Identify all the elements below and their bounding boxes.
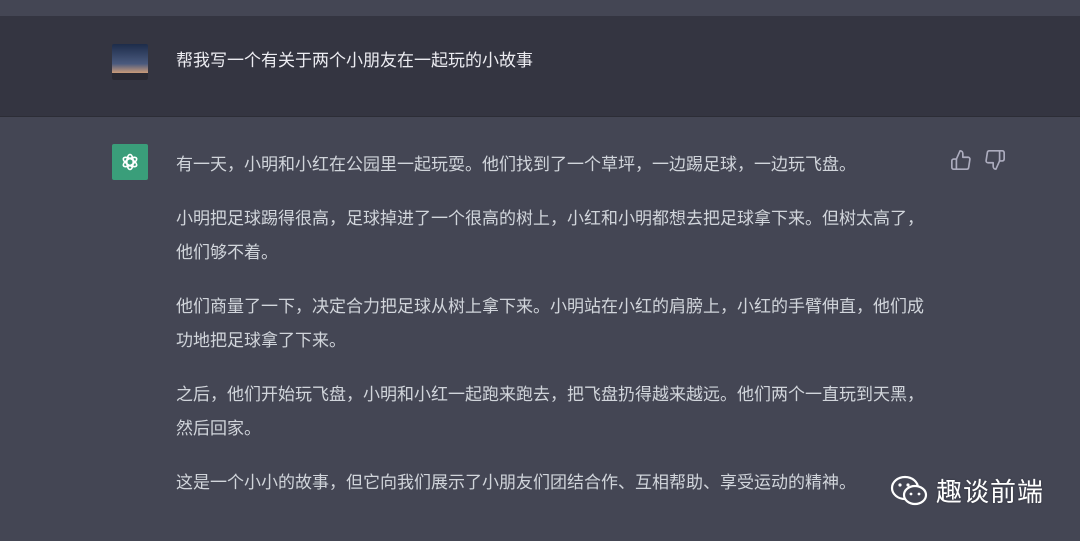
assistant-message-text: 有一天，小明和小红在公园里一起玩耍。他们找到了一个草坪，一边踢足球，一边玩飞盘。… <box>176 148 928 520</box>
openai-logo-icon <box>112 144 148 180</box>
wechat-icon <box>890 475 928 505</box>
answer-paragraph: 他们商量了一下，决定合力把足球从树上拿下来。小明站在小红的肩膀上，小红的手臂伸直… <box>176 297 924 351</box>
user-message-row: 帮我写一个有关于两个小朋友在一起玩的小故事 <box>0 16 1080 117</box>
answer-paragraph: 小明把足球踢得很高，足球掉进了一个很高的树上，小红和小明都想去把足球拿下来。但树… <box>176 209 924 263</box>
thumbs-down-icon[interactable] <box>984 149 1006 171</box>
answer-paragraph: 之后，他们开始玩飞盘，小明和小红一起跑来跑去，把飞盘扔得越来越远。他们两个一直玩… <box>176 385 924 439</box>
top-strip <box>0 0 1080 16</box>
watermark-text: 趣谈前端 <box>936 478 1045 508</box>
answer-paragraph: 这是一个小小的故事，但它向我们展示了小朋友们团结合作、互相帮助、享受运动的精神。 <box>176 473 856 493</box>
thumbs-up-icon[interactable] <box>950 149 972 171</box>
watermark: 趣谈前端 <box>890 472 1044 509</box>
user-avatar <box>112 44 148 80</box>
answer-paragraph: 有一天，小明和小红在公园里一起玩耍。他们找到了一个草坪，一边踢足球，一边玩飞盘。 <box>176 155 856 175</box>
feedback-actions <box>950 149 1006 171</box>
user-message-text: 帮我写一个有关于两个小朋友在一起玩的小故事 <box>176 51 533 71</box>
